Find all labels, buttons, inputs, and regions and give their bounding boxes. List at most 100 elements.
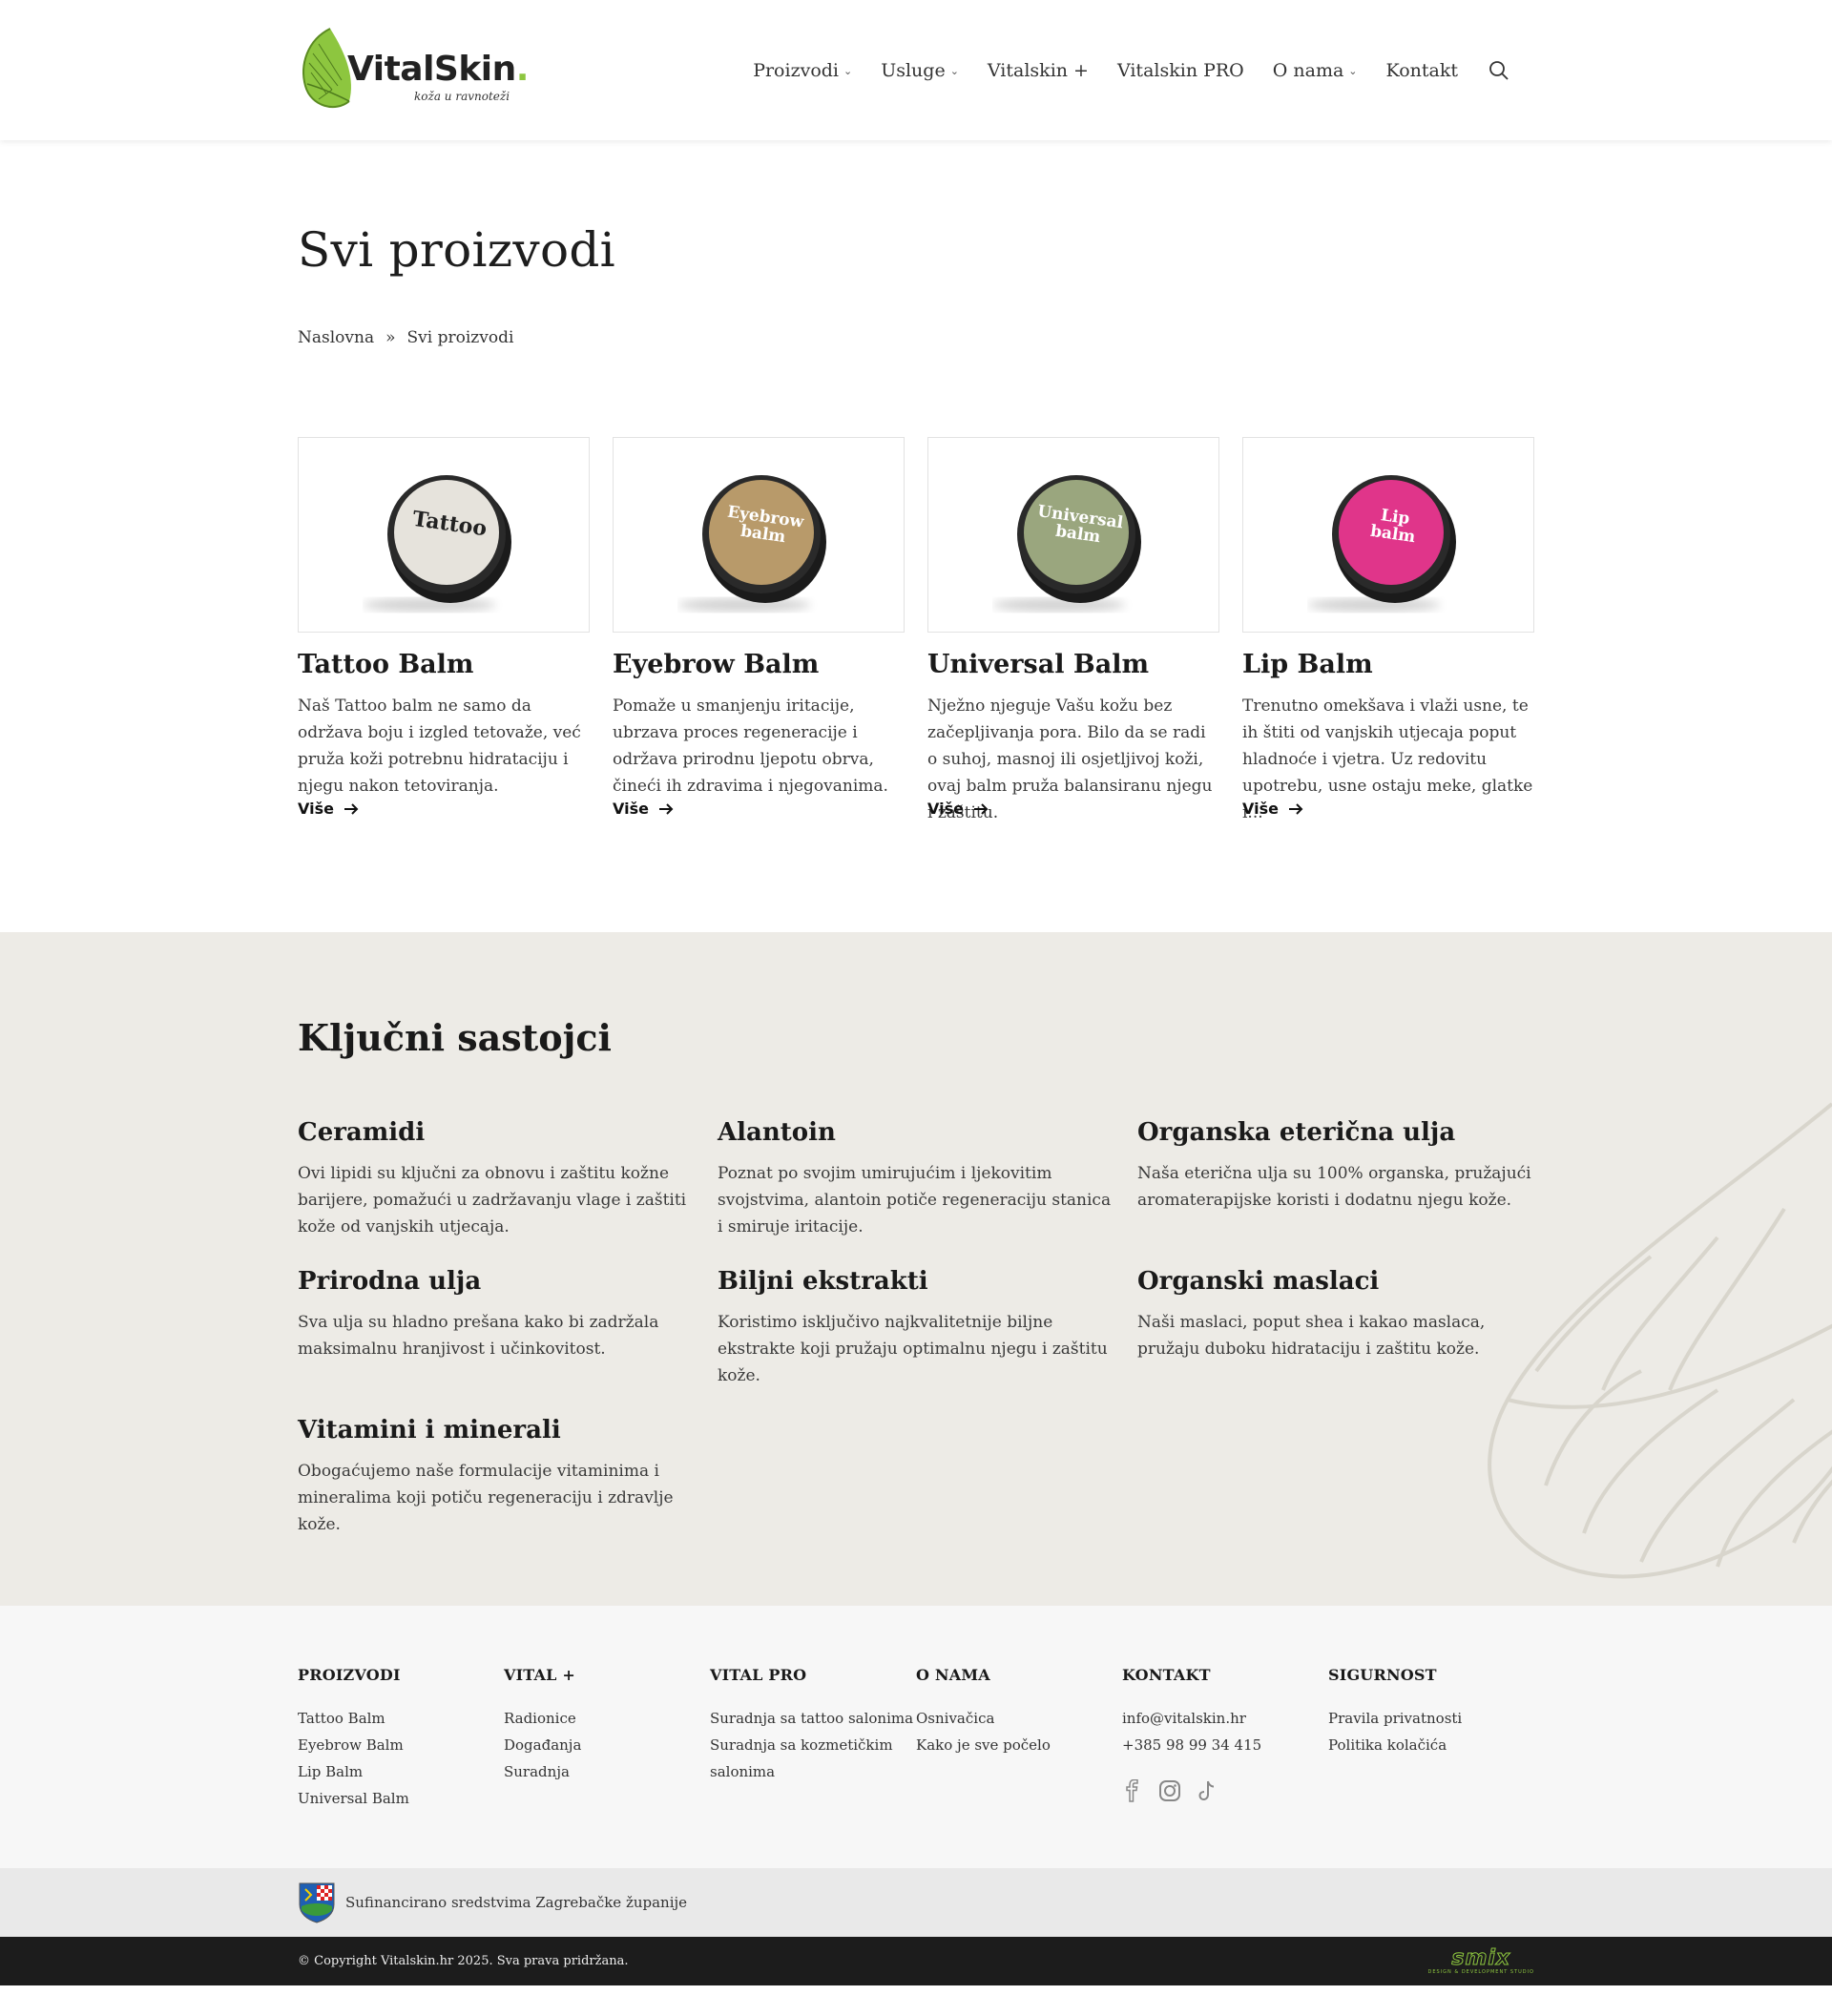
footer-link[interactable]: Pravila privatnosti: [1328, 1705, 1534, 1732]
breadcrumb-home[interactable]: Naslovna: [298, 328, 374, 347]
product-title[interactable]: Lip Balm: [1242, 650, 1534, 679]
facebook-icon[interactable]: [1122, 1779, 1143, 1802]
footer-link[interactable]: Radionice: [504, 1705, 710, 1732]
ingredient-item: Organska eterična ulja Naša eterična ulja…: [1137, 1118, 1534, 1240]
nav-item-usluge[interactable]: Usluge ⌄: [881, 60, 959, 81]
jar-shadow: [363, 597, 496, 612]
ingredient-text: Ovi lipidi su ključni za obnovu i zaštit…: [298, 1164, 687, 1237]
page-hero: Svi proizvodi Naslovna » Svi proizvodi T…: [0, 222, 1832, 822]
chevron-down-icon: ⌄: [843, 65, 853, 77]
studio-logo[interactable]: smix DESIGN & DEVELOPMENT STUDIO: [1427, 1945, 1534, 1975]
ingredient-item: Organski maslaci Naši maslaci, poput shea…: [1137, 1267, 1534, 1389]
ingredient-name: Vitamini i minerali: [298, 1416, 561, 1444]
social-links: [1122, 1779, 1328, 1802]
more-link[interactable]: Više: [298, 800, 590, 818]
arrow-right-icon: [344, 802, 359, 815]
ingredients-section: Ključni sastojci Ceramidi Ovi lipidi su k…: [0, 932, 1832, 1606]
phone-link[interactable]: +385 98 99 34 415: [1122, 1732, 1328, 1758]
search-icon: [1489, 60, 1509, 80]
breadcrumb: Naslovna » Svi proizvodi: [298, 328, 1534, 347]
product-card[interactable]: Universal balm Universal Balm Nježno njeg…: [927, 437, 1219, 822]
product-description: Nježno njeguje Vašu kožu bez začepljivan…: [927, 696, 1213, 822]
footer-heading: VITAL +: [504, 1666, 575, 1684]
ingredient-name: Ceramidi: [298, 1118, 426, 1147]
brand-name: VitalSkin.: [347, 50, 529, 89]
ingredient-item: Ceramidi Ovi lipidi su ključni za obnovu …: [298, 1118, 695, 1240]
ingredients-title: Ključni sastojci: [298, 1016, 612, 1059]
footer-link[interactable]: Universal Balm: [298, 1785, 504, 1812]
balm-jar-image: Universalbalm: [992, 474, 1141, 612]
arrow-right-icon: [658, 802, 674, 815]
page-title: Svi proizvodi: [298, 222, 615, 278]
footer-column-vital-plus: VITAL + Radionice Događanja Suradnja: [504, 1666, 710, 1812]
footer-link[interactable]: Osnivačica: [916, 1705, 1122, 1732]
copyright-bar: © Copyright Vitalskin.hr 2025. Sva prava…: [0, 1937, 1832, 1985]
footer-heading: PROIZVODI: [298, 1666, 401, 1684]
instagram-icon[interactable]: [1158, 1779, 1181, 1802]
copyright-text: © Copyright Vitalskin.hr 2025. Sva prava…: [298, 1954, 629, 1968]
footer-link[interactable]: Suradnja: [504, 1758, 710, 1785]
nav-item-proizvodi[interactable]: Proizvodi ⌄: [753, 60, 852, 81]
nav-item-kontakt[interactable]: Kontakt: [1386, 60, 1458, 81]
footer-heading: O NAMA: [916, 1666, 990, 1684]
footer-column-proizvodi: PROIZVODI Tattoo Balm Eyebrow Balm Lip B…: [298, 1666, 504, 1812]
studio-name: smix: [1451, 1945, 1511, 1970]
footer-column-kontakt: KONTAKT info@vitalskin.hr +385 98 99 34 …: [1122, 1666, 1328, 1812]
jar-shadow: [1307, 597, 1441, 612]
ingredient-text: Obogaćujemo naše formulacije vitaminima …: [298, 1462, 674, 1534]
ingredient-text: Poznat po svojim umirujućim i ljekovitim…: [718, 1164, 1112, 1237]
footer-heading: KONTAKT: [1122, 1666, 1211, 1684]
logo[interactable]: VitalSkin. koža u ravnoteži: [298, 23, 529, 118]
product-description: Trenutno omekšava i vlaži usne, te ih št…: [1242, 696, 1533, 822]
footer-link[interactable]: Suradnja sa tattoo salonima: [710, 1705, 916, 1732]
ingredient-text: Koristimo isključivo najkvalitetnije bil…: [718, 1313, 1108, 1385]
breadcrumb-separator: »: [385, 328, 396, 347]
product-grid: Tattoo Tattoo Balm Naš Tattoo balm ne sa…: [298, 437, 1534, 822]
footer-link[interactable]: Tattoo Balm: [298, 1705, 504, 1732]
product-title[interactable]: Tattoo Balm: [298, 650, 590, 679]
product-image[interactable]: Eyebrow balm: [613, 437, 905, 633]
product-description: Pomaže u smanjenju iritacije, ubrzava pr…: [613, 696, 888, 796]
chevron-down-icon: ⌄: [1348, 65, 1358, 77]
ingredient-item: Alantoin Poznat po svojim umirujućim i lj…: [718, 1118, 1114, 1240]
ingredient-name: Prirodna ulja: [298, 1267, 482, 1296]
balm-jar-image: Tattoo: [363, 474, 511, 612]
jar-shadow: [677, 597, 811, 612]
site-header: VitalSkin. koža u ravnoteži Proizvodi ⌄ U…: [0, 0, 1832, 140]
product-image[interactable]: Tattoo: [298, 437, 590, 633]
product-card[interactable]: Lip balm Lip Balm Trenutno omekšava i vla…: [1242, 437, 1534, 822]
nav-item-vitalskin-plus[interactable]: Vitalskin +: [988, 60, 1089, 81]
cofunding-bar: Sufinancirano sredstvima Zagrebačke župa…: [0, 1868, 1832, 1937]
tiktok-icon[interactable]: [1197, 1779, 1218, 1802]
breadcrumb-current: Svi proizvodi: [406, 328, 514, 347]
product-card[interactable]: Tattoo Tattoo Balm Naš Tattoo balm ne sa…: [298, 437, 590, 818]
product-title[interactable]: Eyebrow Balm: [613, 650, 905, 679]
product-image[interactable]: Universal balm: [927, 437, 1219, 633]
leaf-logo-icon: [302, 27, 351, 108]
footer-link[interactable]: Politika kolačića: [1328, 1732, 1534, 1758]
ingredient-item: Vitamini i minerali Obogaćujemo naše form…: [298, 1416, 695, 1538]
site-footer: PROIZVODI Tattoo Balm Eyebrow Balm Lip B…: [0, 1606, 1832, 1868]
product-image[interactable]: Lip balm: [1242, 437, 1534, 633]
search-button[interactable]: [1488, 60, 1509, 81]
product-card[interactable]: Eyebrow balm Eyebrow Balm Pomaže u smanje…: [613, 437, 905, 818]
email-link[interactable]: info@vitalskin.hr: [1122, 1705, 1328, 1732]
arrow-right-icon: [1288, 802, 1303, 815]
nav-item-vitalskin-pro[interactable]: Vitalskin PRO: [1117, 60, 1244, 81]
footer-link[interactable]: Lip Balm: [298, 1758, 504, 1785]
product-title[interactable]: Universal Balm: [927, 650, 1219, 679]
brand-tagline: koža u ravnoteži: [414, 90, 510, 103]
ingredient-text: Naša eterična ulja su 100% organska, pru…: [1137, 1164, 1531, 1210]
footer-link[interactable]: Kako je sve počelo: [916, 1732, 1122, 1758]
studio-sub: DESIGN & DEVELOPMENT STUDIO: [1427, 1968, 1534, 1975]
more-link[interactable]: Više: [613, 800, 905, 818]
footer-link[interactable]: Suradnja sa kozmetičkim salonima: [710, 1732, 901, 1785]
footer-link[interactable]: Događanja: [504, 1732, 710, 1758]
chevron-down-icon: ⌄: [949, 65, 959, 77]
ingredient-name: Alantoin: [718, 1118, 836, 1147]
footer-link[interactable]: Eyebrow Balm: [298, 1732, 504, 1758]
nav-item-o-nama[interactable]: O nama ⌄: [1273, 60, 1358, 81]
more-link[interactable]: Više: [1242, 800, 1534, 818]
main-nav: Proizvodi ⌄ Usluge ⌄ Vitalskin + Vitalskin…: [753, 60, 1509, 81]
ingredient-text: Sva ulja su hladno prešana kako bi zadrž…: [298, 1313, 659, 1359]
